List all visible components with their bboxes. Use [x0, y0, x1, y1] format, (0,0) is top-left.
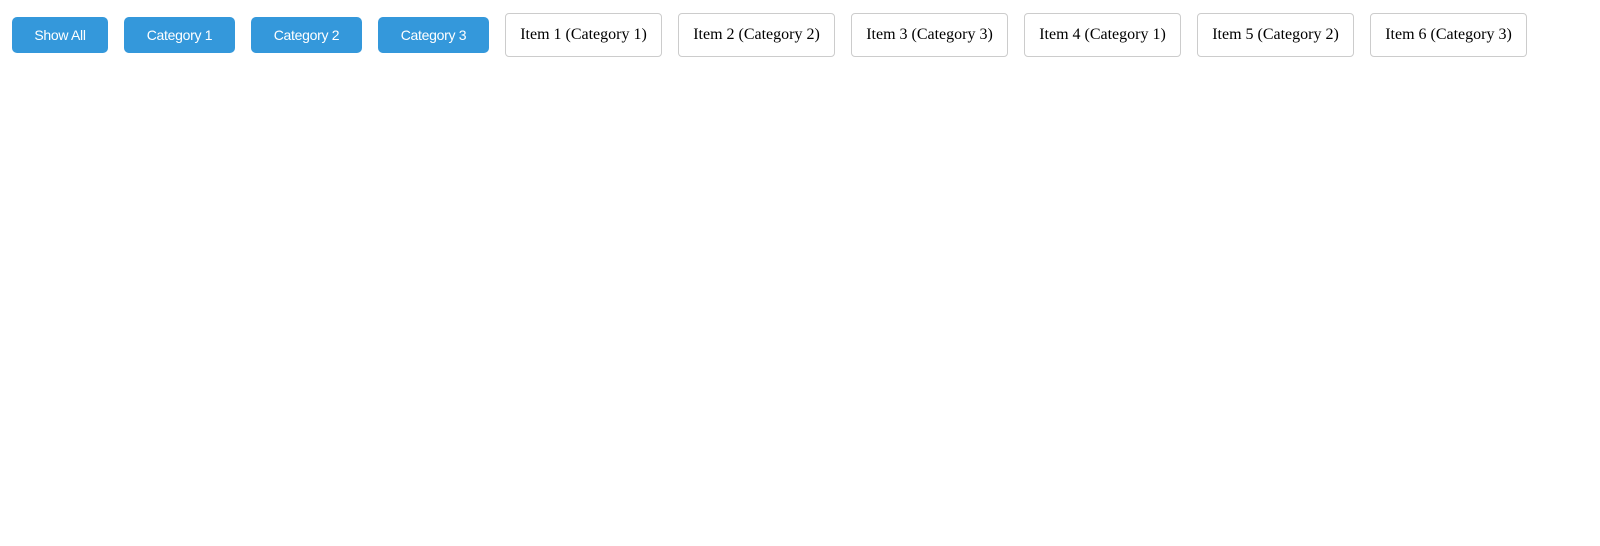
list-item: Item 3 (Category 3): [851, 13, 1008, 57]
category-2-button[interactable]: Category 2: [251, 17, 362, 53]
list-item: Item 6 (Category 3): [1370, 13, 1527, 57]
category-3-button[interactable]: Category 3: [378, 17, 489, 53]
category-1-button[interactable]: Category 1: [124, 17, 235, 53]
list-item: Item 5 (Category 2): [1197, 13, 1354, 57]
list-item: Item 1 (Category 1): [505, 13, 662, 57]
show-all-button[interactable]: Show All: [12, 17, 108, 53]
list-item: Item 4 (Category 1): [1024, 13, 1181, 57]
list-item: Item 2 (Category 2): [678, 13, 835, 57]
filter-bar: Show All Category 1 Category 2 Category …: [12, 13, 1543, 57]
